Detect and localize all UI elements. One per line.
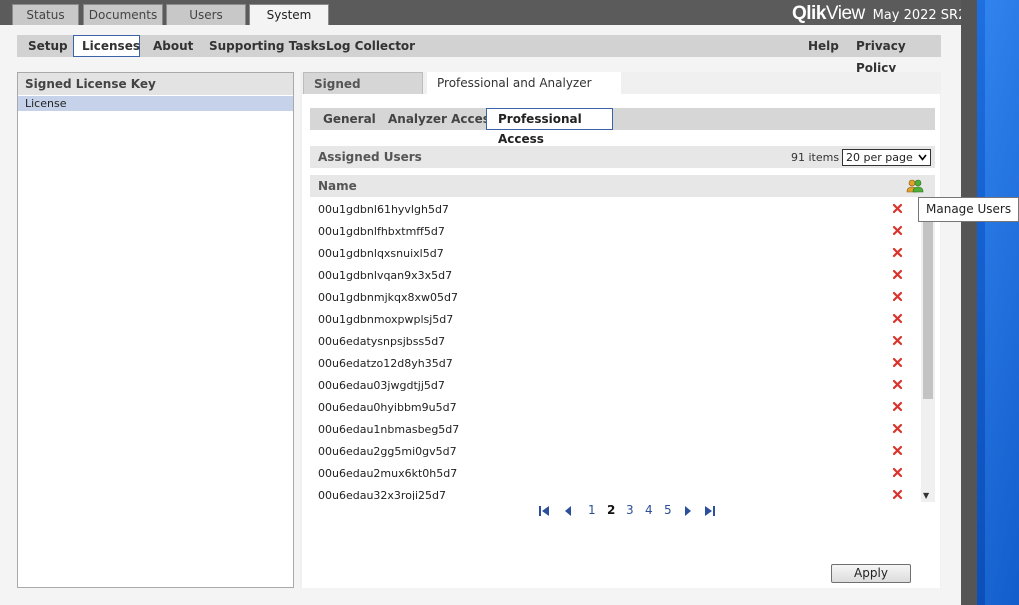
subnav-licenses[interactable]: Licenses [73,35,140,57]
delete-icon[interactable] [892,291,903,302]
delete-icon[interactable] [892,489,903,500]
page-link-4[interactable]: 4 [645,503,653,517]
delete-icon[interactable] [892,401,903,412]
subnav-log-collector[interactable]: Log Collector [318,35,423,57]
manage-users-tooltip: Manage Users [918,197,1019,222]
assigned-users-title: Assigned Users [318,150,422,164]
tab-content: General Analyzer Access Professional Acc… [302,94,940,588]
table-row: 00u6edau0hyibbm9u5d7 [310,398,910,420]
license-detail-panel: Signed License Key Professional and Anal… [300,72,941,588]
tab-system[interactable]: System [249,4,329,25]
users-list: 00u1gdbnl61hyvlgh5d7 00u1gdbnlfhbxtmff5d… [310,200,910,500]
user-name: 00u6edau03jwgdtjj5d7 [318,379,445,392]
table-row: 00u1gdbnl61hyvlgh5d7 [310,200,910,222]
table-row: 00u6edau03jwgdtjj5d7 [310,376,910,398]
delete-icon[interactable] [892,313,903,324]
subnav-setup[interactable]: Setup [20,35,76,57]
delete-icon[interactable] [892,335,903,346]
column-name: Name [318,179,357,193]
scrollbar-thumb[interactable] [923,222,933,399]
tab-professional-access[interactable]: Professional Access [486,108,613,146]
scroll-down-icon[interactable]: ▼ [923,491,929,500]
previous-page-icon[interactable] [563,505,573,520]
user-name: 00u6edau1nbmasbeg5d7 [318,423,460,436]
table-row: 00u1gdbnlfhbxtmff5d7 [310,222,910,244]
user-name: 00u6edau32x3roji25d7 [318,489,447,500]
manage-users-icon[interactable] [906,178,924,194]
page-link-3[interactable]: 3 [626,503,634,517]
user-name: 00u6edau2mux6kt0h5d7 [318,467,458,480]
assigned-users-header: Assigned Users 91 items 20 per page [310,146,935,168]
delete-icon[interactable] [892,379,903,390]
chevron-down-icon [918,150,927,166]
list-scrollbar[interactable]: ▼ [921,222,935,502]
user-name: 00u6edatzo12d8yh35d7 [318,357,453,370]
license-tree-panel: Signed License Key License [17,72,294,588]
next-page-icon[interactable] [683,505,693,520]
user-name: 00u1gdbnlqxsnuixl5d7 [318,247,444,260]
table-row: 00u1gdbnmjkqx8xw05d7 [310,288,910,310]
user-name: 00u1gdbnlfhbxtmff5d7 [318,225,445,238]
first-page-icon[interactable] [538,505,550,520]
table-row: 00u1gdbnlqxsnuixl5d7 [310,244,910,266]
top-bar: Status Documents Users System QlikView M… [0,0,966,25]
tree-item-license[interactable]: License [18,96,293,111]
delete-icon[interactable] [892,467,903,478]
subnav-supporting-tasks[interactable]: Supporting Tasks [201,35,334,57]
apply-button[interactable]: Apply [831,564,911,583]
table-row: 00u6edau32x3roji25d7 [310,486,910,500]
table-row: 00u6edatzo12d8yh35d7 [310,354,910,376]
pagination: 1 2 3 4 5 [538,500,738,520]
delete-icon[interactable] [892,247,903,258]
subnav-privacy-policy[interactable]: Privacy Policy [848,35,941,75]
desktop-background [977,0,1019,605]
delete-icon[interactable] [892,269,903,280]
table-row: 00u6edau2gg5mi0gv5d7 [310,442,910,464]
delete-icon[interactable] [892,423,903,434]
subnav-help[interactable]: Help [800,35,847,57]
table-row: 00u6edatysnpsjbss5d7 [310,332,910,354]
per-page-select[interactable]: 20 per page [842,149,931,166]
page-link-1[interactable]: 1 [588,503,596,517]
tab-professional-analyzer-access[interactable]: Professional and Analyzer access [427,72,621,112]
table-row: 00u1gdbnmoxpwplsj5d7 [310,310,910,332]
tab-documents[interactable]: Documents [83,4,163,25]
version-label: May 2022 SR2 [872,8,967,23]
access-tabs: General Analyzer Access Professional Acc… [310,108,935,146]
brand-logo: QlikView May 2022 SR2 [792,4,966,24]
page-link-5[interactable]: 5 [664,503,672,517]
per-page-value: 20 per page [846,151,913,164]
page-link-2[interactable]: 2 [607,503,615,517]
name-column-header: Name [310,175,935,197]
user-name: 00u6edatysnpsjbss5d7 [318,335,446,348]
table-row: 00u6edau2mux6kt0h5d7 [310,464,910,486]
user-name: 00u6edau2gg5mi0gv5d7 [318,445,457,458]
tab-general[interactable]: General [312,108,387,130]
sub-navigation: Setup Licenses About Supporting Tasks Lo… [17,35,941,75]
subnav-about[interactable]: About [145,35,201,57]
user-name: 00u1gdbnl61hyvlgh5d7 [318,203,449,216]
user-name: 00u6edau0hyibbm9u5d7 [318,401,457,414]
last-page-icon[interactable] [704,505,716,520]
delete-icon[interactable] [892,445,903,456]
tree-header: Signed License Key [18,73,293,95]
window-scrollbar[interactable] [961,0,977,605]
main-page: Setup Licenses About Supporting Tasks Lo… [0,25,961,605]
tab-users[interactable]: Users [166,4,246,25]
tab-status[interactable]: Status [12,4,79,25]
table-row: 00u1gdbnlvqan9x3x5d7 [310,266,910,288]
table-row: 00u6edau1nbmasbeg5d7 [310,420,910,442]
user-name: 00u1gdbnmjkqx8xw05d7 [318,291,459,304]
delete-icon[interactable] [892,225,903,236]
logo-view: View [825,3,865,24]
tab-signed-license-key[interactable]: Signed License Key [303,72,423,113]
items-count: 91 items [791,151,840,164]
delete-icon[interactable] [892,203,903,214]
user-name: 00u1gdbnlvqan9x3x5d7 [318,269,453,282]
logo-qlik: Qlik [792,3,826,24]
delete-icon[interactable] [892,357,903,368]
user-name: 00u1gdbnmoxpwplsj5d7 [318,313,454,326]
